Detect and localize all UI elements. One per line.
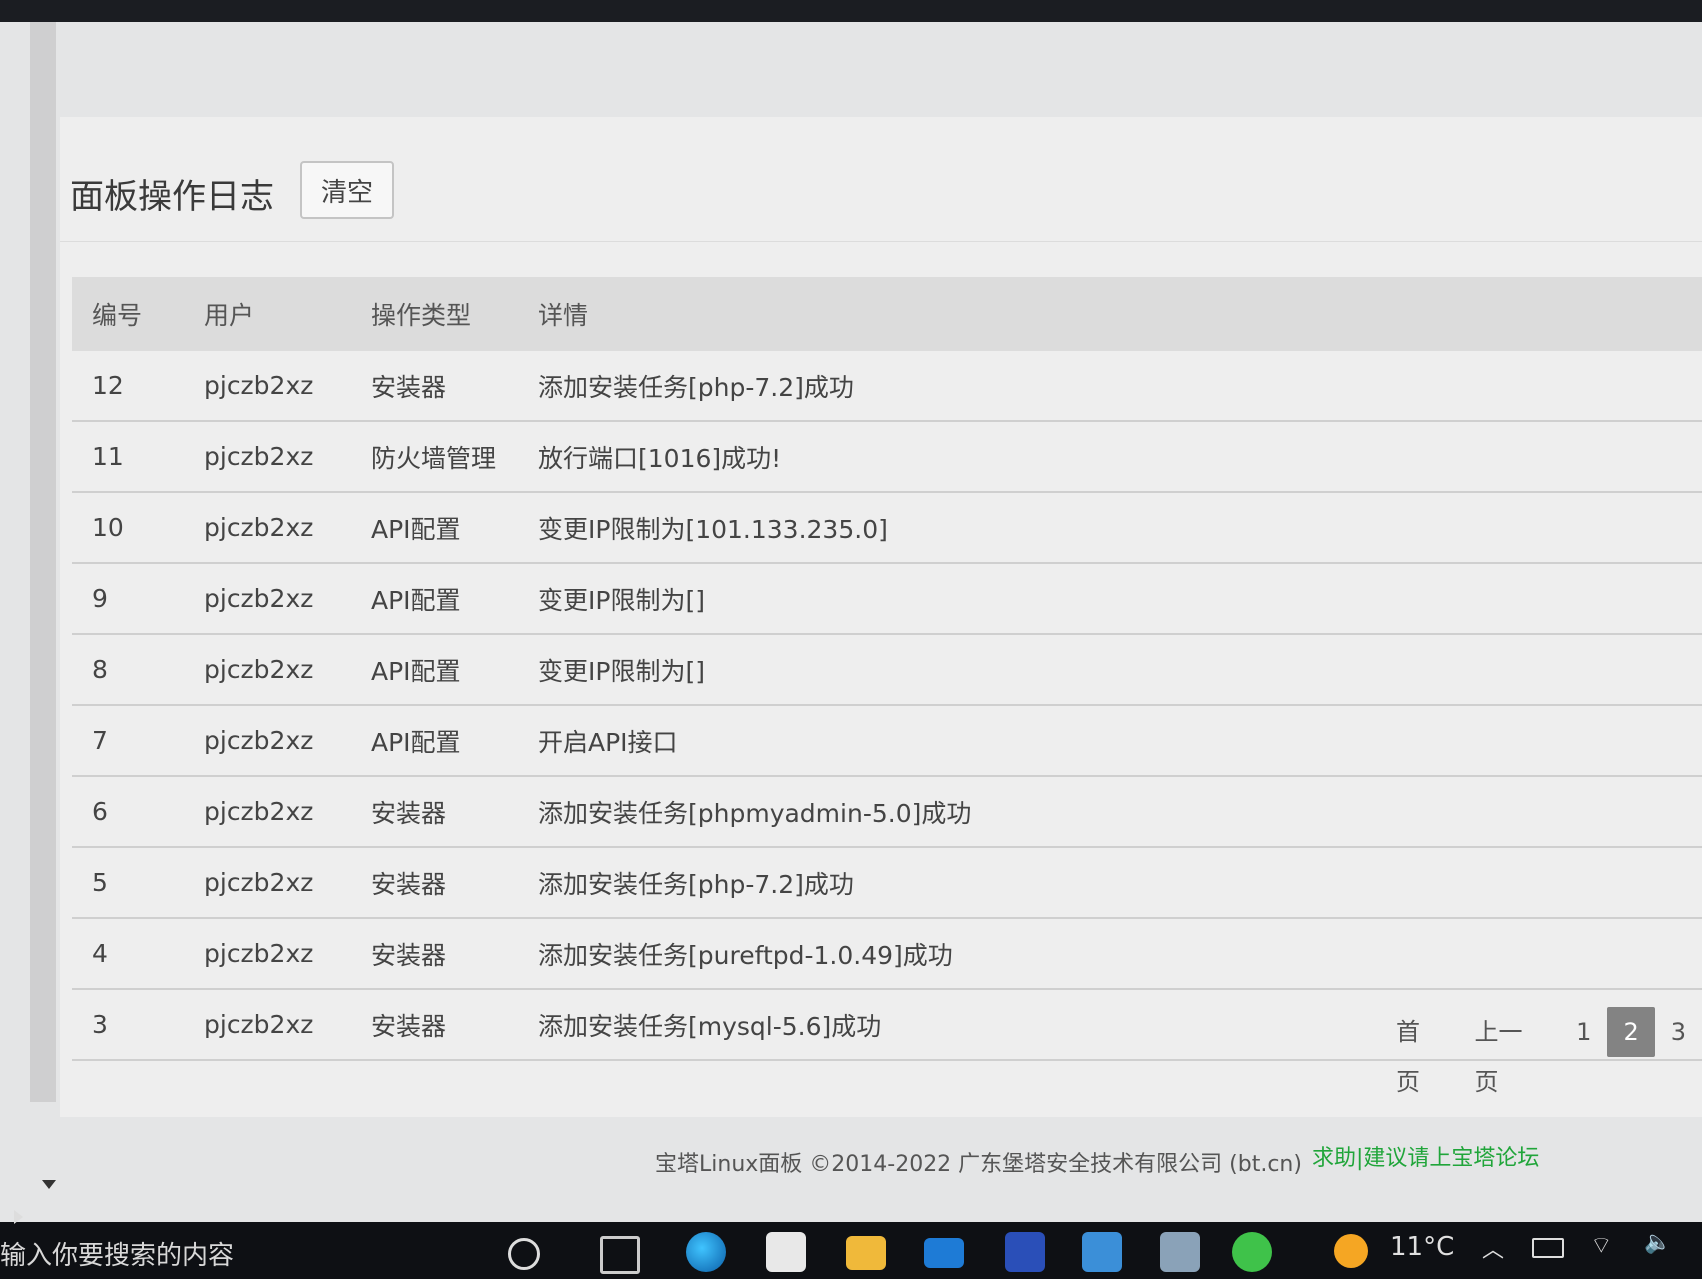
cell-id: 10	[72, 492, 203, 564]
table-row: 4 pjczb2xz 安装器 添加安装任务[pureftpd-1.0.49]成功	[72, 918, 1702, 990]
cell-id: 6	[72, 776, 203, 848]
cell-user: pjczb2xz	[203, 421, 370, 493]
cell-id: 8	[72, 634, 203, 706]
panel-header: 面板操作日志 清空	[60, 117, 1702, 242]
table-row: 7 pjczb2xz API配置 开启API接口	[72, 705, 1702, 777]
taskbar-search-input[interactable]: 输入你要搜索的内容	[0, 1234, 470, 1278]
table-row: 12 pjczb2xz 安装器 添加安装任务[php-7.2]成功	[72, 351, 1702, 422]
browser-viewport: 面板操作日志 清空 编号 用户 操作类型 详情 12 pjczb2xz 安装器 …	[0, 22, 1702, 1222]
pagination-page-1[interactable]: 1	[1560, 1007, 1607, 1057]
cell-detail: 开启API接口	[537, 705, 1702, 777]
pagination: 首页 上一页 1 2 3	[1380, 1007, 1702, 1096]
cell-detail: 添加安装任务[pureftpd-1.0.49]成功	[537, 918, 1702, 990]
table-row: 10 pjczb2xz API配置 变更IP限制为[101.133.235.0]	[72, 492, 1702, 564]
table-row: 6 pjczb2xz 安装器 添加安装任务[phpmyadmin-5.0]成功	[72, 776, 1702, 848]
cell-user: pjczb2xz	[203, 847, 370, 919]
column-header-type: 操作类型	[370, 277, 537, 351]
wifi-icon[interactable]: ⌔	[1590, 1230, 1613, 1260]
wechat-icon[interactable]	[1232, 1232, 1272, 1272]
table-row: 8 pjczb2xz API配置 变更IP限制为[]	[72, 634, 1702, 706]
cell-id: 3	[72, 989, 203, 1061]
footer-copyright: 宝塔Linux面板 ©2014-2022 广东堡塔安全技术有限公司 (bt.cn…	[655, 1152, 1302, 1177]
cell-id: 7	[72, 705, 203, 777]
column-header-user: 用户	[203, 277, 370, 351]
cell-detail: 变更IP限制为[101.133.235.0]	[537, 492, 1702, 564]
log-panel: 面板操作日志 清空 编号 用户 操作类型 详情 12 pjczb2xz 安装器 …	[60, 117, 1702, 1117]
column-header-detail: 详情	[537, 277, 1702, 351]
cell-detail: 变更IP限制为[]	[537, 563, 1702, 635]
taskbar: 输入你要搜索的内容 11°C ︿ ⌔ 🔈	[0, 1222, 1702, 1279]
cell-user: pjczb2xz	[203, 492, 370, 564]
cortana-icon[interactable]	[508, 1238, 540, 1270]
cell-type: API配置	[370, 563, 537, 635]
cell-detail: 添加安装任务[phpmyadmin-5.0]成功	[537, 776, 1702, 848]
cell-user: pjczb2xz	[203, 634, 370, 706]
cell-id: 5	[72, 847, 203, 919]
cell-type: API配置	[370, 705, 537, 777]
cell-user: pjczb2xz	[203, 776, 370, 848]
scroll-down-arrow-icon[interactable]	[42, 1180, 56, 1189]
pagination-page-3[interactable]: 3	[1655, 1007, 1702, 1057]
tray-chevron-up-icon[interactable]: ︿	[1482, 1232, 1504, 1264]
clear-button[interactable]: 清空	[300, 161, 394, 219]
column-header-id: 编号	[72, 277, 203, 351]
table-row: 9 pjczb2xz API配置 变更IP限制为[]	[72, 563, 1702, 635]
app-icon[interactable]	[1160, 1232, 1200, 1272]
scrollbar-track[interactable]	[30, 22, 56, 1102]
cell-type: 安装器	[370, 776, 537, 848]
page-title: 面板操作日志	[70, 177, 274, 217]
cell-detail: 添加安装任务[php-7.2]成功	[537, 847, 1702, 919]
forum-link[interactable]: 求助|建议请上宝塔论坛	[1312, 1140, 1539, 1172]
task-view-icon[interactable]	[600, 1236, 640, 1274]
cell-id: 9	[72, 563, 203, 635]
pagination-page-current[interactable]: 2	[1607, 1007, 1655, 1057]
weather-sun-icon[interactable]	[1334, 1234, 1368, 1268]
app-icon[interactable]	[1082, 1232, 1122, 1272]
cell-user: pjczb2xz	[203, 351, 370, 422]
table-header-row: 编号 用户 操作类型 详情	[72, 277, 1702, 351]
expand-right-arrow-icon[interactable]	[14, 1210, 23, 1224]
table-row: 5 pjczb2xz 安装器 添加安装任务[php-7.2]成功	[72, 847, 1702, 919]
cell-id: 4	[72, 918, 203, 990]
footer: 宝塔Linux面板 ©2014-2022 广东堡塔安全技术有限公司 (bt.cn…	[0, 1132, 1702, 1192]
cell-detail: 放行端口[1016]成功!	[537, 421, 1702, 493]
edge-icon[interactable]	[686, 1232, 726, 1272]
table-row: 11 pjczb2xz 防火墙管理 放行端口[1016]成功!	[72, 421, 1702, 493]
cell-type: 防火墙管理	[370, 421, 537, 493]
cell-user: pjczb2xz	[203, 563, 370, 635]
pagination-first[interactable]: 首页	[1380, 1007, 1458, 1096]
volume-icon[interactable]: 🔈	[1644, 1230, 1671, 1255]
cell-detail: 变更IP限制为[]	[537, 634, 1702, 706]
cell-id: 11	[72, 421, 203, 493]
cell-type: 安装器	[370, 989, 537, 1061]
pagination-prev[interactable]: 上一页	[1458, 1007, 1560, 1096]
cell-id: 12	[72, 351, 203, 422]
cell-user: pjczb2xz	[203, 918, 370, 990]
cell-type: 安装器	[370, 847, 537, 919]
store-icon[interactable]	[766, 1232, 806, 1272]
cell-user: pjczb2xz	[203, 989, 370, 1061]
cell-type: API配置	[370, 492, 537, 564]
cell-user: pjczb2xz	[203, 705, 370, 777]
cell-type: 安装器	[370, 918, 537, 990]
photos-icon[interactable]	[1005, 1232, 1045, 1272]
mail-icon[interactable]	[924, 1238, 964, 1268]
battery-icon[interactable]	[1532, 1238, 1564, 1258]
cell-type: 安装器	[370, 351, 537, 422]
cell-detail: 添加安装任务[php-7.2]成功	[537, 351, 1702, 422]
file-explorer-icon[interactable]	[846, 1236, 886, 1270]
cell-type: API配置	[370, 634, 537, 706]
log-table: 编号 用户 操作类型 详情 12 pjczb2xz 安装器 添加安装任务[php…	[72, 277, 1702, 1061]
weather-temperature[interactable]: 11°C	[1390, 1232, 1454, 1262]
